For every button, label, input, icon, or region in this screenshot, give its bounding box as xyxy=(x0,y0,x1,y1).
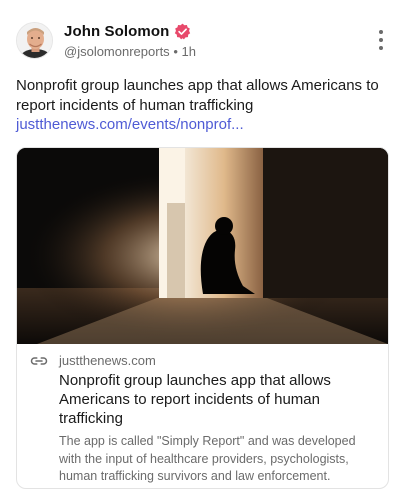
link-preview-card[interactable]: justthenews.com Nonprofit group launches… xyxy=(16,147,389,489)
author-info: John Solomon @jsolomonreports • 1h xyxy=(64,22,196,60)
card-title[interactable]: Nonprofit group launches app that allows… xyxy=(59,371,374,428)
author-name[interactable]: John Solomon xyxy=(64,23,169,40)
verified-badge-icon xyxy=(175,23,191,39)
author-meta: @jsolomonreports • 1h xyxy=(64,44,196,59)
author-name-row: John Solomon xyxy=(64,22,196,40)
author-handle[interactable]: @jsolomonreports xyxy=(64,44,170,59)
post-time: 1h xyxy=(181,44,196,59)
meta-separator: • xyxy=(173,44,178,59)
more-vertical-icon[interactable] xyxy=(377,30,385,50)
card-body: justthenews.com Nonprofit group launches… xyxy=(17,344,388,486)
avatar-image xyxy=(17,23,52,58)
card-description: The app is called "Simply Report" and wa… xyxy=(59,434,356,483)
card-image xyxy=(17,148,388,344)
avatar[interactable] xyxy=(16,22,53,59)
post-header: John Solomon @jsolomonreports • 1h xyxy=(16,20,389,60)
card-domain: justthenews.com xyxy=(59,353,156,368)
post-link[interactable]: justthenews.com/events/nonprof... xyxy=(16,115,244,135)
post-text: Nonprofit group launches app that allows… xyxy=(16,77,379,114)
post-card: John Solomon @jsolomonreports • 1h Nonpr… xyxy=(0,0,405,500)
link-icon xyxy=(30,357,48,365)
